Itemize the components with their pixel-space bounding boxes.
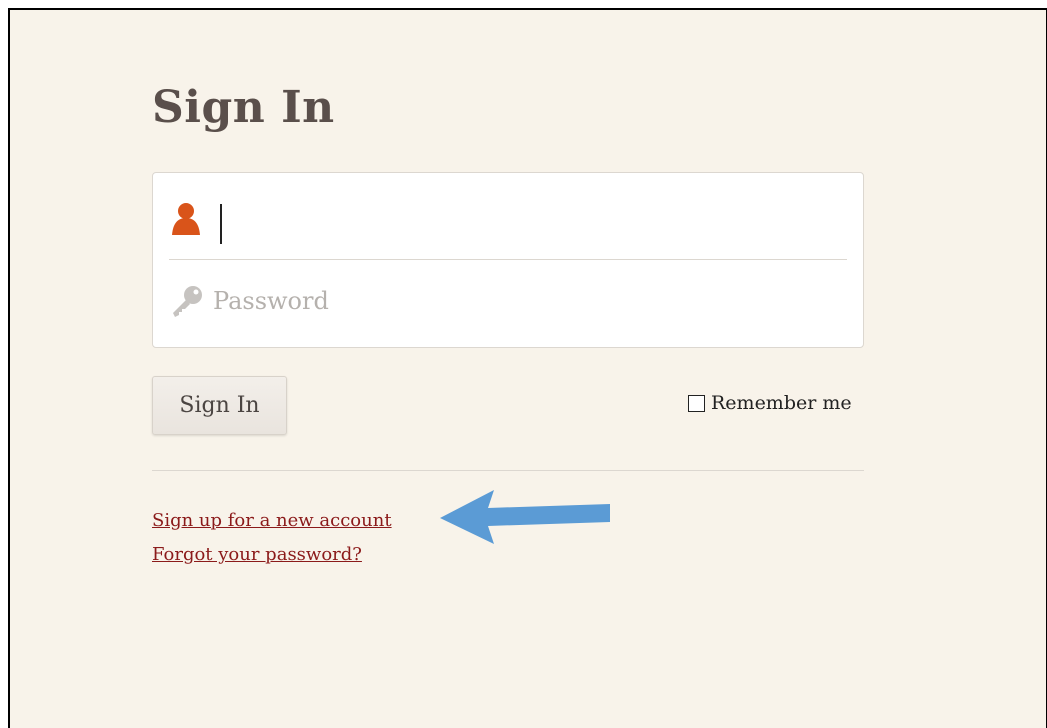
sign-in-button[interactable]: Sign In [152,376,287,435]
key-icon [169,281,213,321]
remember-me-label: Remember me [711,392,852,414]
password-input[interactable] [213,281,847,321]
page-title: Sign In [152,82,335,133]
remember-me[interactable]: Remember me [688,392,852,414]
remember-me-checkbox[interactable] [688,394,705,412]
login-box [152,172,864,348]
password-row [169,261,847,341]
username-row [169,179,847,260]
annotation-arrow-icon [440,490,610,544]
text-cursor [220,204,222,244]
username-input[interactable] [213,199,847,239]
page-frame: Sign In Sign In Remember me Sign up for … [8,8,1047,728]
forgot-password-link[interactable]: Forgot your password? [152,544,362,565]
user-icon [169,199,213,239]
divider [152,470,864,471]
signup-link[interactable]: Sign up for a new account [152,510,392,531]
